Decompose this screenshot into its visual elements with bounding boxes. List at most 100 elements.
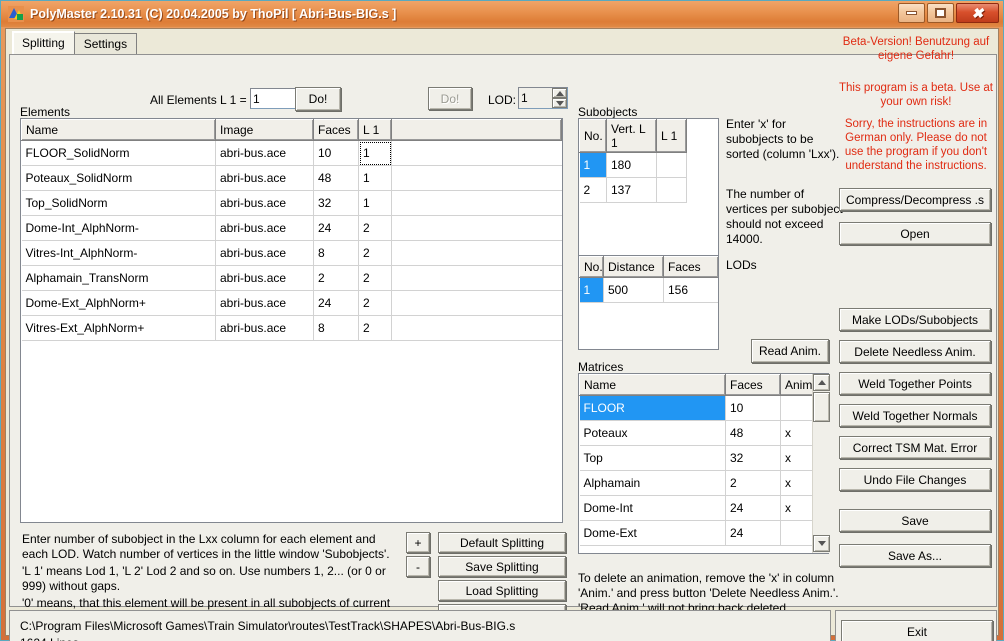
lod-spinner-up-button[interactable] <box>552 88 567 98</box>
table-row[interactable]: 1 180 <box>579 152 718 178</box>
cell-l1[interactable]: 1 <box>358 165 392 191</box>
elements-col-image[interactable]: Image <box>215 119 314 141</box>
subobjects-col-l1[interactable]: L 1 <box>656 119 687 153</box>
tab-settings[interactable]: Settings <box>73 33 138 54</box>
undo-file-changes-button[interactable]: Undo File Changes <box>839 468 991 491</box>
matrices-scrollbar[interactable] <box>812 374 830 553</box>
increment-button[interactable]: + <box>406 532 430 553</box>
save-splitting-button[interactable]: Save Splitting <box>438 556 566 577</box>
delete-needless-anim-button[interactable]: Delete Needless Anim. <box>839 340 991 363</box>
table-row[interactable]: 1 500 156 <box>579 277 718 303</box>
lod-spinner-down-button[interactable] <box>552 98 567 108</box>
scroll-down-button[interactable] <box>813 535 830 552</box>
cell-l1[interactable]: 2 <box>358 265 392 291</box>
table-row[interactable]: FLOOR 10 <box>579 395 828 421</box>
table-row[interactable]: Dome-Int 24 x <box>579 495 828 521</box>
cell-filler <box>391 240 562 266</box>
cell-l1[interactable]: 2 <box>358 315 392 341</box>
exit-button[interactable]: Exit <box>841 620 993 641</box>
open-button[interactable]: Open <box>839 222 991 245</box>
subobjects-header-row: No. Vert. L 1 L 1 <box>579 119 718 153</box>
default-splitting-button[interactable]: Default Splitting <box>438 532 566 553</box>
table-row[interactable]: Vitres-Int_AlphNorm-abri-bus.ace 8 2 <box>21 240 562 266</box>
tab-splitting[interactable]: Splitting <box>12 31 75 54</box>
matrices-table: Name Faces Anim. FLOOR 10 Poteaux 48 x Top 3… <box>579 374 828 546</box>
close-button[interactable]: ✖ <box>956 3 999 23</box>
elements-caption: Elements <box>20 105 71 119</box>
lods-col-no[interactable]: No. <box>579 256 604 278</box>
lods-header-row: No. Distance Faces <box>579 256 718 278</box>
lod-value: 1 <box>521 91 528 105</box>
table-row[interactable]: 2 137 <box>579 177 718 203</box>
cell-l1[interactable]: 2 <box>358 240 392 266</box>
table-row[interactable]: Top 32 x <box>579 445 828 471</box>
maximize-button[interactable] <box>927 3 954 23</box>
read-anim-button[interactable]: Read Anim. <box>751 339 829 363</box>
minimize-icon <box>906 11 917 15</box>
maximize-icon <box>935 8 946 18</box>
cell-l1[interactable]: 1 <box>358 140 392 166</box>
weld-normals-button[interactable]: Weld Together Normals <box>839 404 991 427</box>
table-row[interactable]: Poteaux 48 x <box>579 420 828 446</box>
cell-image: abri-bus.ace <box>215 190 314 216</box>
elements-col-l1[interactable]: L 1 <box>358 119 392 141</box>
elements-grid[interactable]: Name Image Faces L 1 FLOOR_SolidNorm abri… <box>20 118 563 523</box>
lods-col-distance[interactable]: Distance <box>603 256 664 278</box>
instructions-paragraph-2: 'L 1' means Lod 1, 'L 2' Lod 2 and so on… <box>22 564 386 593</box>
cell-faces: 32 <box>313 190 359 216</box>
cell-faces: 24 <box>313 215 359 241</box>
matrices-col-name[interactable]: Name <box>579 374 726 396</box>
elements-col-name[interactable]: Name <box>21 119 216 141</box>
scroll-up-button[interactable] <box>813 374 830 391</box>
decrement-button[interactable]: - <box>406 556 430 577</box>
table-row[interactable]: Alphamain 2 x <box>579 470 828 496</box>
cell-l1[interactable] <box>656 177 687 203</box>
scrollbar-thumb[interactable] <box>813 392 830 422</box>
language-warning: Sorry, the instructions are in German on… <box>844 118 988 172</box>
correct-tsm-error-button[interactable]: Correct TSM Mat. Error <box>839 436 991 459</box>
subobjects-col-no[interactable]: No. <box>579 119 607 153</box>
table-row[interactable]: Top_SolidNorm abri-bus.ace 32 1 <box>21 190 562 216</box>
table-row[interactable]: Dome-Int_AlphNorm-abri-bus.ace 24 2 <box>21 215 562 241</box>
subobjects-grid[interactable]: No. Vert. L 1 L 1 1 180 2 137 <box>578 118 719 261</box>
cell-l1[interactable]: 1 <box>358 190 392 216</box>
table-row[interactable]: Poteaux_SolidNorm abri-bus.ace 48 1 <box>21 165 562 191</box>
cell-filler <box>391 165 562 191</box>
table-row[interactable]: Dome-Ext 24 <box>579 520 828 546</box>
do-all-elements-button[interactable]: Do! <box>295 87 341 111</box>
save-button[interactable]: Save <box>839 509 991 532</box>
table-row[interactable]: FLOOR_SolidNorm abri-bus.ace 10 1 <box>21 140 562 166</box>
table-row[interactable]: Alphamain_TransNorm abri-bus.ace 2 2 <box>21 265 562 291</box>
matrices-col-faces[interactable]: Faces <box>725 374 781 396</box>
weld-points-button[interactable]: Weld Together Points <box>839 372 991 395</box>
cell-distance[interactable]: 500 <box>603 277 664 303</box>
subobjects-col-vert[interactable]: Vert. L 1 <box>606 119 657 153</box>
lods-col-faces[interactable]: Faces <box>663 256 718 278</box>
minimize-button[interactable] <box>898 3 925 23</box>
load-splitting-button[interactable]: Load Splitting <box>438 580 566 601</box>
table-row[interactable]: Dome-Ext_AlphNorm+ abri-bus.ace 24 2 <box>21 290 562 316</box>
make-lods-subobjects-button[interactable]: Make LODs/Subobjects <box>839 308 991 331</box>
polymaster-app-icon <box>8 6 24 22</box>
lods-grid[interactable]: No. Distance Faces 1 500 156 <box>578 255 719 350</box>
table-row[interactable]: Vitres-Ext_AlphNorm+ abri-bus.ace 8 2 <box>21 315 562 341</box>
window-title: PolyMaster 2.10.31 (C) 20.04.2005 by Tho… <box>30 7 397 21</box>
elements-col-faces[interactable]: Faces <box>313 119 359 141</box>
cell-faces: 10 <box>725 395 781 421</box>
tab-splitting-label: Splitting <box>22 36 65 50</box>
cell-l1[interactable] <box>656 152 687 178</box>
cell-faces: 8 <box>313 240 359 266</box>
cell-image: abri-bus.ace <box>215 315 314 341</box>
cell-name: Vitres-Ext_AlphNorm+ <box>21 315 216 341</box>
lod-label: LOD: <box>488 93 517 107</box>
do-lod-button[interactable]: Do! <box>428 87 472 110</box>
cell-image: abri-bus.ace <box>215 290 314 316</box>
cell-name: Alphamain_TransNorm <box>21 265 216 291</box>
cell-l1[interactable]: 2 <box>358 290 392 316</box>
compress-decompress-button[interactable]: Compress/Decompress .s <box>839 188 991 211</box>
title-bar[interactable]: PolyMaster 2.10.31 (C) 20.04.2005 by Tho… <box>1 1 1003 27</box>
cell-l1[interactable]: 2 <box>358 215 392 241</box>
matrices-grid[interactable]: Name Faces Anim. FLOOR 10 Poteaux 48 x Top 3… <box>578 373 829 554</box>
save-as-button[interactable]: Save As... <box>839 544 991 567</box>
cell-vert: 137 <box>606 177 657 203</box>
